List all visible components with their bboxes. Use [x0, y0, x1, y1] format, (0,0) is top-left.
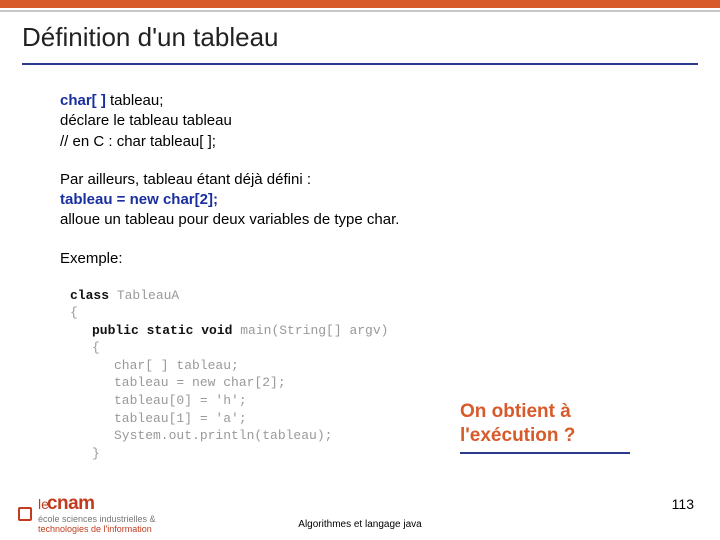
- logo-mark-icon: [18, 507, 32, 521]
- code-line-class: class TableauA: [70, 287, 680, 305]
- decl-line2: déclare le tableau tableau: [60, 111, 680, 131]
- code-line-decl: char[ ] tableau;: [70, 357, 680, 375]
- logo-row: lecnam école sciences industrielles & te…: [18, 493, 156, 534]
- alloc-line2: tableau = new char[2];: [60, 190, 680, 210]
- example-label: Exemple:: [60, 249, 680, 269]
- slide: Définition d'un tableau char[ ] tableau;…: [0, 0, 720, 540]
- code-main-sig: main(String[] argv): [232, 323, 388, 338]
- code-line-brace-open: {: [70, 304, 680, 322]
- block-declaration: char[ ] tableau; déclare le tableau tabl…: [60, 91, 680, 152]
- decl-line1-rest: tableau;: [106, 92, 164, 109]
- block-allocation: Par ailleurs, tableau étant déjà défini …: [60, 170, 680, 231]
- cnam-logo: lecnam école sciences industrielles & te…: [18, 493, 156, 534]
- alloc-line3: alloue un tableau pour deux variables de…: [60, 210, 680, 230]
- callout-box: On obtient à l'exécution ?: [460, 400, 630, 454]
- decl-line1: char[ ] tableau;: [60, 91, 680, 111]
- code-line-new: tableau = new char[2];: [70, 374, 680, 392]
- code-line-brace-open2: {: [70, 339, 680, 357]
- block-example-label: Exemple:: [60, 249, 680, 269]
- callout-line2: l'exécution ?: [460, 424, 630, 448]
- callout-line1: On obtient à: [460, 400, 630, 424]
- top-accent-bar: [0, 0, 720, 8]
- logo-sub2: technologies de l'information: [38, 525, 156, 534]
- title-wrap: Définition d'un tableau: [0, 12, 720, 59]
- code-classname: TableauA: [109, 288, 179, 303]
- logo-cnam: cnam: [47, 493, 95, 514]
- page-number: 113: [672, 496, 694, 512]
- kw-class: class: [70, 288, 109, 303]
- code-line-main: public static void main(String[] argv): [70, 322, 680, 340]
- alloc-line1: Par ailleurs, tableau étant déjà défini …: [60, 170, 680, 190]
- kw-public-static-void: public static void: [92, 323, 232, 338]
- decl-line3: // en C : char tableau[ ];: [60, 132, 680, 152]
- keyword-char: char[ ]: [60, 92, 106, 109]
- callout-underline: [460, 452, 630, 454]
- slide-title: Définition d'un tableau: [22, 22, 720, 53]
